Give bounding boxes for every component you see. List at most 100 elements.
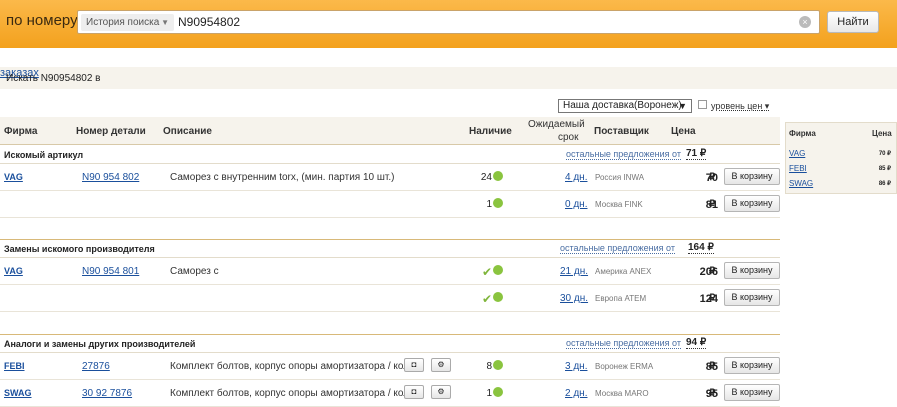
delivery-term-link[interactable]: 0 дн. — [565, 199, 587, 210]
col-price: Цена — [671, 126, 696, 137]
summary-col-brand: Фирма — [789, 129, 816, 138]
stock-dot-icon — [493, 265, 503, 275]
section-name: Аналоги и замены других производителей — [4, 339, 196, 349]
stock-qty: 1 — [486, 388, 492, 399]
add-to-cart-button[interactable]: В корзину — [724, 289, 780, 306]
currency: ₽ — [709, 388, 716, 399]
section-header: Искомый артикул остальные предложения от… — [0, 146, 780, 164]
summary-price: 86 ₽ — [878, 181, 891, 187]
supplier: Москва FINK — [595, 200, 643, 209]
other-offers-price[interactable]: 71 ₽ — [686, 148, 707, 160]
supplier: Европа ATEM — [595, 294, 647, 303]
col-brand: Фирма — [4, 126, 38, 137]
currency: ₽ — [709, 361, 716, 372]
delivery-term-link[interactable]: 30 дн. — [560, 293, 588, 304]
col-supplier: Поставщик — [594, 126, 649, 137]
brand-link[interactable]: SWAG — [4, 388, 32, 398]
table-row: VAG N90 954 801 Саморез с ✔ 21 дн. Амери… — [0, 258, 780, 285]
stock-dot-icon — [493, 360, 503, 370]
delivery-term-link[interactable]: 21 дн. — [560, 266, 588, 277]
currency: ₽ — [709, 172, 716, 183]
part-number-link[interactable]: N90 954 801 — [82, 266, 139, 277]
supplier: Америка ANEX — [595, 267, 652, 276]
currency: ₽ — [709, 293, 716, 304]
chevron-down-icon: ▼ — [678, 101, 687, 111]
col-part: Номер детали — [76, 126, 146, 137]
col-desc: Описание — [163, 126, 212, 137]
price-summary-panel: Фирма Цена VAG 70 ₽ FEBI 85 ₽ SWAG 86 ₽ — [785, 122, 897, 194]
section-name: Искомый артикул — [4, 150, 84, 160]
currency: ₽ — [709, 266, 716, 277]
price-level-label: уровень цен — [711, 101, 763, 111]
gear-icon[interactable]: ⚙ — [431, 358, 451, 372]
summary-brand-link[interactable]: VAG — [789, 149, 805, 158]
table-row: 1 0 дн. Москва FINK 81 ₽ В корзину — [0, 191, 780, 218]
supplier: Воронеж ERMA — [595, 362, 654, 371]
description: Саморез с внутренним torx, (мин. партия … — [170, 172, 395, 183]
brand-link[interactable]: VAG — [4, 266, 23, 276]
brand-link[interactable]: FEBI — [4, 361, 25, 371]
search-bar: по номеру: История поиска ▼ N90954802 × … — [0, 0, 897, 48]
other-offers-link[interactable]: остальные предложения от — [566, 149, 681, 160]
summary-col-price: Цена — [872, 129, 892, 138]
table-header: Фирма Номер детали Описание Наличие Ожид… — [0, 117, 780, 145]
supplier: Москва MARO — [595, 389, 649, 398]
add-to-cart-button[interactable]: В корзину — [724, 384, 780, 401]
chevron-down-icon: ▼ — [161, 18, 169, 27]
delivery-select-value: Наша доставка(Воронеж) — [563, 100, 682, 111]
delivery-term-link[interactable]: 2 дн. — [565, 388, 587, 399]
description: Комплект болтов, корпус опоры амортизато… — [170, 388, 420, 399]
delivery-term-link[interactable]: 4 дн. — [565, 172, 587, 183]
other-offers-link[interactable]: остальные предложения от — [566, 338, 681, 349]
delivery-term-link[interactable]: 3 дн. — [565, 361, 587, 372]
table-row: SWAG 30 92 7876 Комплект болтов, корпус … — [0, 380, 780, 407]
other-offers-price[interactable]: 94 ₽ — [686, 337, 707, 349]
summary-brand-link[interactable]: FEBI — [789, 164, 807, 173]
part-number-link[interactable]: 30 92 7876 — [82, 388, 132, 399]
check-icon: ✔ — [482, 292, 493, 306]
search-input[interactable]: История поиска ▼ N90954802 × — [77, 10, 820, 34]
clear-icon[interactable]: × — [799, 16, 811, 28]
stock-dot-icon — [493, 387, 503, 397]
search-query[interactable]: N90954802 — [178, 15, 240, 29]
description: Саморез с — [170, 266, 219, 277]
add-to-cart-button[interactable]: В корзину — [724, 168, 780, 185]
search-history-label: История поиска — [86, 17, 160, 28]
camera-icon[interactable]: ◘ — [404, 358, 424, 372]
part-number-link[interactable]: 27876 — [82, 361, 110, 372]
search-history-dropdown[interactable]: История поиска ▼ — [81, 14, 174, 31]
stock-dot-icon — [493, 171, 503, 181]
col-term-1: Ожидаемый — [528, 119, 585, 130]
description: Комплект болтов, корпус опоры амортизато… — [170, 361, 420, 372]
section-header: Аналоги и замены других производителей о… — [0, 335, 780, 353]
orders-hint: Искать N90954802 в заказах — [0, 67, 897, 89]
orders-hint-text: Искать N90954802 в — [6, 73, 101, 84]
other-offers-price[interactable]: 164 ₽ — [688, 242, 714, 254]
stock-qty: 1 — [486, 199, 492, 210]
find-button[interactable]: Найти — [827, 11, 879, 33]
camera-icon[interactable]: ◘ — [404, 385, 424, 399]
check-icon: ✔ — [482, 265, 493, 279]
gear-icon[interactable]: ⚙ — [431, 385, 451, 399]
brand-link[interactable]: VAG — [4, 172, 23, 182]
add-to-cart-button[interactable]: В корзину — [724, 195, 780, 212]
stock-qty: 8 — [486, 361, 492, 372]
add-to-cart-button[interactable]: В корзину — [724, 357, 780, 374]
price-level-checkbox[interactable] — [698, 100, 707, 109]
other-offers-link[interactable]: остальные предложения от — [560, 243, 675, 254]
delivery-select[interactable]: Наша доставка(Воронеж) ▼ — [558, 99, 692, 113]
table-row: ✔ 30 дн. Европа ATEM 124 ₽ В корзину — [0, 285, 780, 312]
summary-brand-link[interactable]: SWAG — [789, 179, 813, 188]
add-to-cart-button[interactable]: В корзину — [724, 262, 780, 279]
price-level-link[interactable]: уровень цен ▾ — [711, 101, 769, 112]
part-number-link[interactable]: N90 954 802 — [82, 172, 139, 183]
summary-price: 70 ₽ — [878, 151, 891, 157]
section-header: Замены искомого производителя остальные … — [0, 240, 780, 258]
stock-dot-icon — [493, 292, 503, 302]
table-row: VAG N90 954 802 Саморез с внутренним tor… — [0, 164, 780, 191]
section-name: Замены искомого производителя — [4, 244, 155, 254]
currency: ₽ — [709, 199, 716, 210]
table-row: FEBI 27876 Комплект болтов, корпус опоры… — [0, 353, 780, 380]
supplier: Россия INWA — [595, 173, 645, 182]
summary-price: 85 ₽ — [878, 166, 891, 172]
